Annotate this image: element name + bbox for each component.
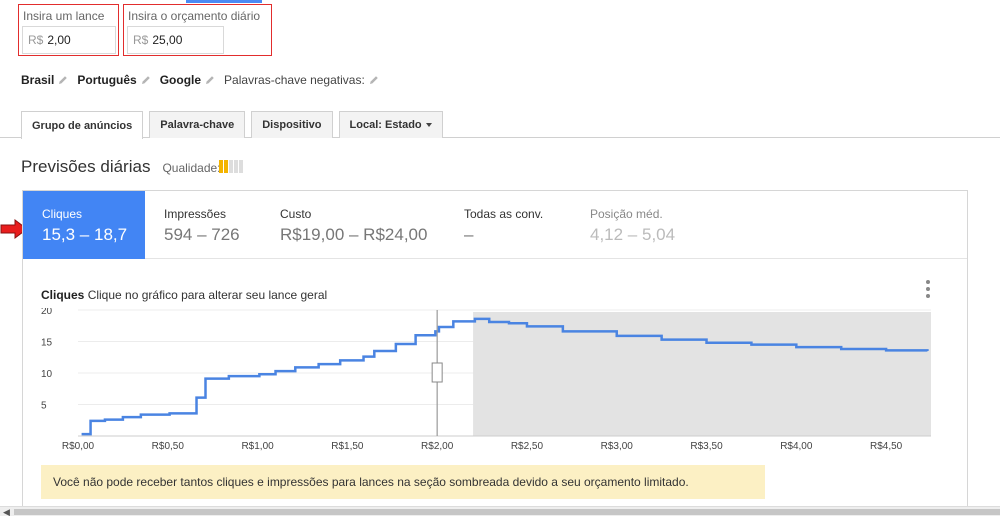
x-tick-label: R$2,50: [511, 441, 544, 452]
metric-value: 4,12 – 5,04: [590, 225, 676, 244]
pencil-icon: [206, 76, 214, 84]
forecast-heading: Previsões diárias Qualidade:: [21, 157, 221, 177]
x-tick-label: R$3,50: [690, 441, 723, 452]
chevron-down-icon: [425, 123, 432, 127]
metric-label: Todas as conv.: [464, 207, 544, 221]
metric-label: Impressões: [164, 207, 227, 221]
chart-hint: Clique no gráfico para alterar seu lance…: [87, 288, 328, 302]
y-tick-label: 20: [41, 308, 53, 317]
negative-keywords-label: Palavras-chave negativas:: [224, 73, 365, 87]
bid-currency: R$: [28, 33, 44, 47]
x-tick-label: R$0,00: [62, 441, 95, 452]
targeting-settings: Brasil Português Google Palavras-chave n…: [21, 73, 388, 87]
horizontal-scrollbar[interactable]: ◀: [0, 506, 1000, 516]
x-tick-label: R$4,50: [870, 441, 903, 452]
budget-field-highlight: Insira o orçamento diário R$ 25,00: [123, 4, 272, 56]
tab-location-state[interactable]: Local: Estado: [338, 111, 443, 138]
keyword-planner-forecast: Insira um lance R$ 2,00 Insira o orçamen…: [0, 0, 1000, 516]
budget-limited-region: [473, 312, 931, 436]
top-accent-bar: [186, 0, 262, 3]
metric-impressions[interactable]: Impressões 594 – 726: [164, 191, 240, 259]
metric-value: 15,3 – 18,7: [42, 225, 128, 244]
negative-keywords-setting[interactable]: Palavras-chave negativas:: [224, 73, 379, 87]
x-tick-label: R$0,50: [152, 441, 185, 452]
pencil-icon: [59, 76, 68, 84]
budget-currency: R$: [133, 33, 149, 47]
clicks-forecast-chart[interactable]: 5 10 15 20 R$0,00 R$0,50 R$1,00 R$1,50 R$2,00 R$2…: [30, 308, 942, 456]
quality-bar: [224, 160, 228, 173]
metric-label: Custo: [280, 207, 312, 221]
budget-input[interactable]: R$ 25,00: [127, 26, 224, 54]
bid-drag-handle: [431, 362, 443, 383]
budget-label: Insira o orçamento diário: [128, 9, 261, 23]
quality-bar: [229, 160, 233, 173]
metric-cost[interactable]: Custo R$19,00 – R$24,00: [280, 191, 427, 259]
metric-label: Posição méd.: [590, 207, 663, 221]
location-setting[interactable]: Brasil: [21, 73, 68, 87]
network-setting[interactable]: Google: [160, 73, 215, 87]
tab-keyword[interactable]: Palavra-chave: [149, 111, 246, 138]
forecast-tabs: Grupo de anúncios Palavra-chave Disposit…: [21, 111, 449, 139]
x-tick-label: R$2,00: [421, 441, 454, 452]
quality-bar: [219, 160, 223, 173]
language-label: Português: [77, 73, 137, 87]
pencil-icon: [141, 76, 150, 84]
chart-metric-label: Cliques: [41, 288, 85, 302]
metric-avg-position[interactable]: Posição méd. 4,12 – 5,04: [590, 191, 675, 259]
quality-bar: [234, 160, 238, 173]
y-tick-label: 10: [41, 369, 53, 380]
chart-title: Cliques Clique no gráfico para alterar s…: [41, 288, 327, 302]
scroll-left-icon[interactable]: ◀: [3, 507, 10, 516]
bid-input[interactable]: R$ 2,00: [22, 26, 116, 54]
scrollbar-thumb[interactable]: [14, 509, 1000, 515]
metric-value: 594 – 726: [164, 225, 240, 244]
metric-clicks[interactable]: Cliques 15,3 – 18,7: [23, 191, 145, 259]
quality-bar: [239, 160, 243, 173]
page-title: Previsões diárias: [21, 157, 151, 176]
quality-label: Qualidade:: [162, 161, 221, 175]
metric-all-conversions[interactable]: Todas as conv. –: [464, 191, 543, 259]
bid-value: 2,00: [47, 33, 71, 47]
metric-tiles: Cliques 15,3 – 18,7 Impressões 594 – 726…: [23, 191, 967, 259]
pencil-icon: [369, 76, 378, 84]
metric-value: –: [464, 225, 474, 244]
language-setting[interactable]: Português: [77, 73, 150, 87]
more-options-icon[interactable]: [925, 280, 931, 300]
quality-meter: [219, 160, 244, 173]
location-label: Brasil: [21, 73, 55, 87]
budget-limit-notice: Você não pode receber tantos cliques e i…: [41, 465, 765, 499]
tab-device[interactable]: Dispositivo: [251, 111, 333, 138]
x-tick-label: R$3,00: [601, 441, 634, 452]
metric-label: Cliques: [42, 207, 83, 221]
budget-value: 25,00: [152, 33, 183, 47]
y-tick-label: 5: [41, 401, 47, 412]
x-tick-label: R$1,00: [241, 441, 274, 452]
bid-field-highlight: Insira um lance R$ 2,00: [18, 4, 119, 56]
y-tick-label: 15: [41, 338, 53, 349]
network-label: Google: [159, 73, 202, 87]
x-tick-label: R$1,50: [331, 441, 364, 452]
tab-ad-group[interactable]: Grupo de anúncios: [21, 111, 144, 139]
metric-value: R$19,00 – R$24,00: [280, 225, 428, 244]
x-tick-label: R$4,00: [780, 441, 813, 452]
bid-label: Insira um lance: [23, 9, 105, 23]
